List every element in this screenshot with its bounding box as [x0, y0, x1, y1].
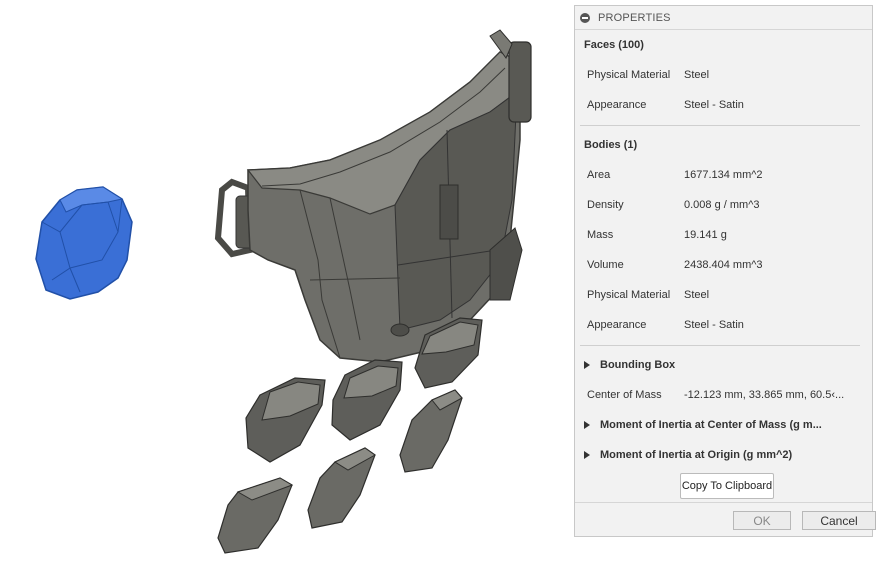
- row-value: Steel: [684, 69, 710, 81]
- steel-pad-1[interactable]: [245, 377, 326, 463]
- bodies-physical-material-row: Physical Material Steel: [587, 289, 709, 301]
- divider: [580, 345, 860, 346]
- row-label: Volume: [587, 259, 624, 271]
- properties-panel: PROPERTIES Faces (100) Physical Material…: [574, 5, 876, 537]
- steel-pad-4[interactable]: [399, 389, 463, 473]
- bodies-appearance-row: Appearance Steel - Satin: [587, 319, 744, 331]
- mass-row: Mass 19.141 g: [587, 229, 727, 241]
- steel-pad-5[interactable]: [307, 447, 376, 529]
- row-value: Steel - Satin: [684, 99, 744, 111]
- row-value: -12.123 mm, 33.865 mm, 60.5‹...: [684, 389, 845, 401]
- steel-body-main[interactable]: [214, 29, 532, 363]
- footer-divider: [575, 502, 872, 503]
- faces-section-title: Faces (100): [584, 39, 644, 51]
- row-label: Physical Material: [587, 289, 671, 301]
- row-value: Steel - Satin: [684, 319, 744, 331]
- row-label: Center of Mass: [587, 389, 662, 401]
- expander-label: Bounding Box: [600, 359, 676, 371]
- steel-pad-6[interactable]: [217, 477, 294, 554]
- expander-label: Moment of Inertia at Center of Mass (g m…: [600, 419, 822, 431]
- row-value: Steel: [684, 289, 710, 301]
- row-value: 0.008 g / mm^3: [684, 199, 760, 211]
- area-row: Area 1677.134 mm^2: [587, 169, 763, 181]
- volume-row: Volume 2438.404 mm^3: [587, 259, 763, 271]
- panel-header: PROPERTIES: [575, 6, 872, 30]
- steel-pad-2[interactable]: [331, 359, 403, 441]
- 3d-viewport[interactable]: [0, 0, 570, 583]
- expand-triangle-icon: [584, 421, 590, 429]
- selected-body[interactable]: [35, 186, 133, 300]
- expand-triangle-icon: [584, 361, 590, 369]
- faces-appearance-row: Appearance Steel - Satin: [587, 99, 744, 111]
- model-canvas[interactable]: [0, 0, 570, 583]
- row-label: Physical Material: [587, 69, 671, 81]
- row-value: 2438.404 mm^3: [684, 259, 763, 271]
- row-label: Appearance: [587, 319, 647, 331]
- bodies-section-title: Bodies (1): [584, 139, 638, 151]
- ok-button[interactable]: OK: [733, 511, 791, 530]
- collapse-icon[interactable]: [580, 12, 590, 23]
- row-label: Mass: [587, 229, 614, 241]
- expand-triangle-icon: [584, 451, 590, 459]
- copy-to-clipboard-button[interactable]: Copy To Clipboard: [680, 473, 774, 499]
- density-row: Density 0.008 g / mm^3: [587, 199, 759, 211]
- bounding-box-expander[interactable]: Bounding Box: [584, 359, 675, 371]
- center-of-mass-row: Center of Mass -12.123 mm, 33.865 mm, 60…: [587, 389, 844, 401]
- cancel-button[interactable]: Cancel: [802, 511, 876, 530]
- row-value: 19.141 g: [684, 229, 727, 241]
- moi-center-expander[interactable]: Moment of Inertia at Center of Mass (g m…: [584, 419, 822, 431]
- row-label: Area: [587, 169, 611, 181]
- row-label: Appearance: [587, 99, 647, 111]
- row-label: Density: [587, 199, 624, 211]
- divider: [580, 125, 860, 126]
- moi-origin-expander[interactable]: Moment of Inertia at Origin (g mm^2): [584, 449, 792, 461]
- row-value: 1677.134 mm^2: [684, 169, 763, 181]
- expander-label: Moment of Inertia at Origin (g mm^2): [600, 449, 793, 461]
- panel-title: PROPERTIES: [598, 11, 671, 24]
- faces-physical-material-row: Physical Material Steel: [587, 69, 709, 81]
